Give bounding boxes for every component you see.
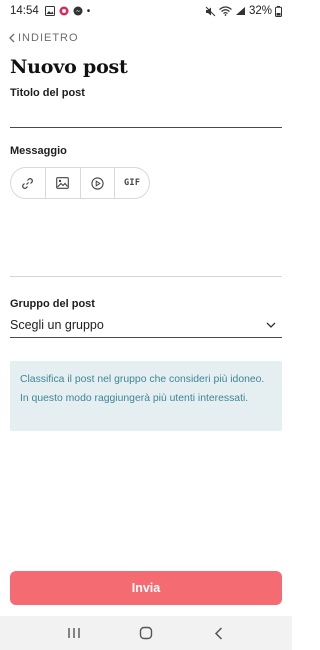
status-right: 32% [205, 5, 282, 17]
signal-icon [235, 6, 246, 16]
chevron-left-icon [9, 33, 15, 43]
image-icon [56, 177, 69, 189]
group-select[interactable]: Scegli un gruppo [10, 312, 282, 338]
status-dot: • [86, 5, 91, 17]
messenger-notification-icon [73, 6, 83, 16]
chevron-down-icon [266, 322, 276, 328]
insert-link-button[interactable] [11, 168, 46, 198]
back-icon [214, 626, 223, 640]
link-icon [21, 177, 34, 190]
gallery-notification-icon [44, 6, 55, 16]
message-toolbar: GIF [10, 167, 150, 199]
message-label: Messaggio [10, 145, 67, 157]
battery-icon [275, 5, 282, 17]
battery-percent: 32% [248, 5, 272, 17]
status-left: 14:54 • [10, 5, 90, 17]
home-button[interactable] [131, 621, 161, 645]
insert-image-button[interactable] [46, 168, 81, 198]
group-label: Gruppo del post [10, 298, 95, 310]
group-select-value: Scegli un gruppo [10, 317, 104, 332]
back-label: INDIETRO [18, 32, 79, 44]
home-icon [139, 626, 153, 640]
insert-gif-button[interactable]: GIF [115, 168, 149, 198]
insert-video-button[interactable] [81, 168, 116, 198]
wifi-icon [219, 6, 232, 16]
message-input[interactable] [10, 205, 282, 277]
recent-apps-button[interactable] [59, 621, 89, 645]
back-button[interactable] [203, 621, 233, 645]
system-nav-bar [0, 616, 292, 650]
page-title: Nuovo post [10, 56, 128, 78]
info-box: Classifica il post nel gruppo che consid… [10, 361, 282, 431]
gif-icon: GIF [123, 178, 141, 188]
status-bar: 14:54 • 32% [0, 0, 292, 22]
back-link[interactable]: INDIETRO [9, 32, 79, 44]
recent-apps-icon [67, 627, 81, 639]
video-play-icon [91, 176, 104, 190]
mute-icon [205, 6, 216, 17]
status-time: 14:54 [10, 5, 39, 17]
title-input[interactable] [10, 104, 282, 128]
record-notification-icon [59, 6, 69, 16]
submit-button[interactable]: Invia [10, 571, 282, 605]
title-label: Titolo del post [10, 87, 85, 99]
